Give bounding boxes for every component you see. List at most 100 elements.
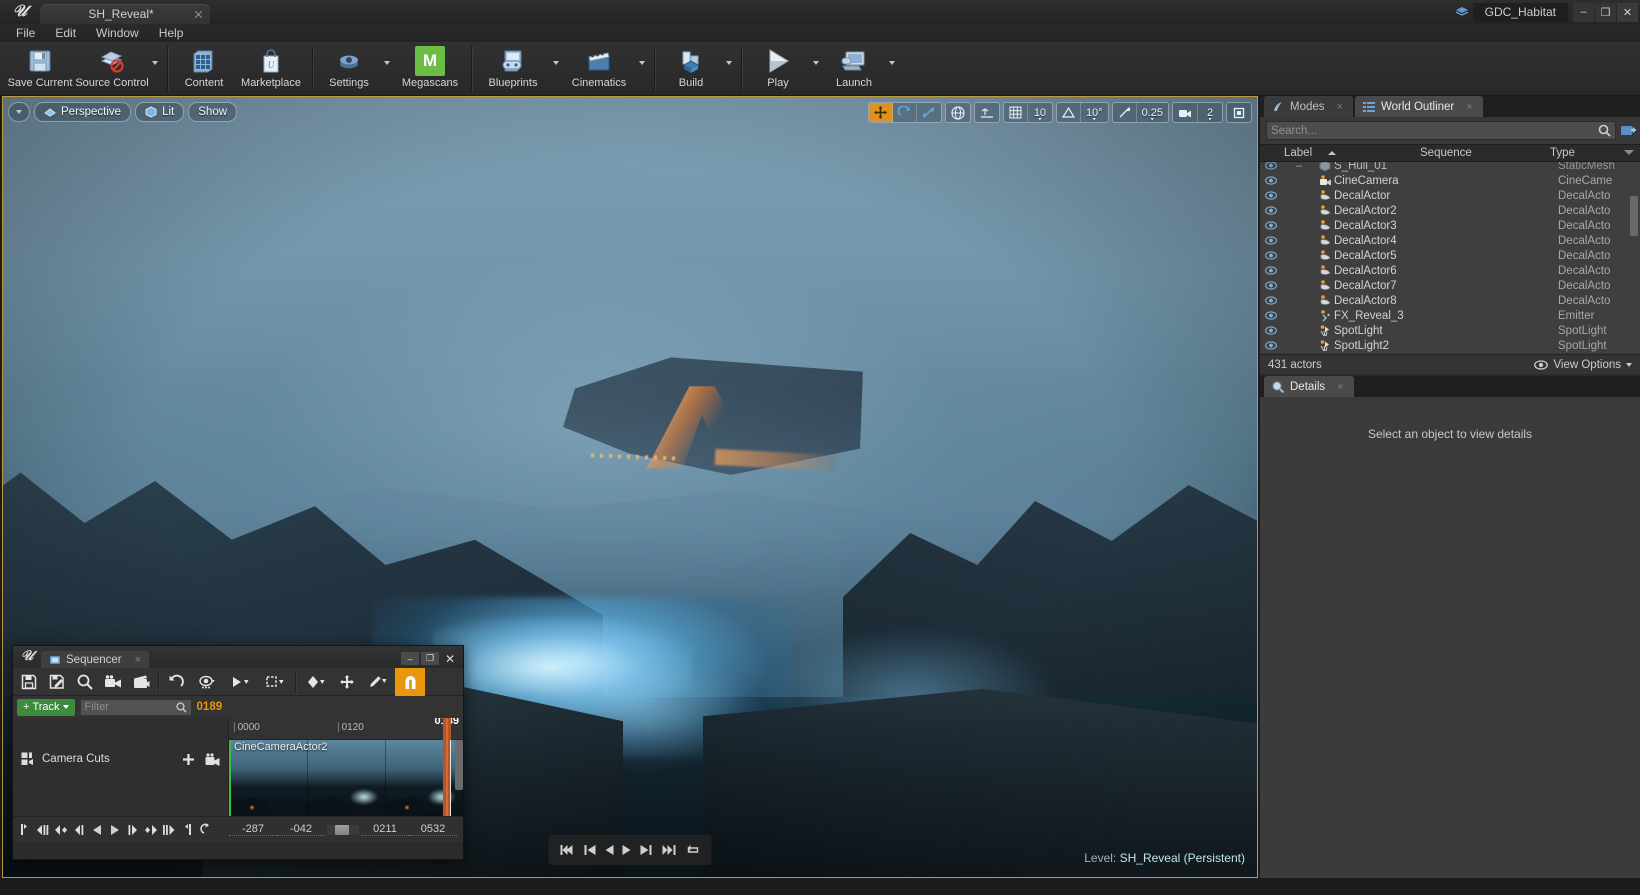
visibility-eye-icon[interactable] — [1260, 296, 1282, 305]
sequencer-vertical-scrollbar[interactable] — [455, 740, 463, 790]
window-close-button[interactable]: ✕ — [1617, 3, 1638, 22]
range-end-field[interactable]: 0532 — [409, 823, 457, 836]
level-tab[interactable]: SH_Reveal* — [40, 4, 210, 24]
outliner-row[interactable]: SpotLight2SpotLight — [1260, 338, 1640, 353]
close-icon[interactable]: × — [135, 654, 141, 666]
jump-to-start-button[interactable] — [17, 819, 33, 841]
visibility-eye-icon[interactable] — [1260, 251, 1282, 260]
transport-step-forward-button[interactable] — [640, 844, 653, 856]
menu-item-edit[interactable]: Edit — [45, 24, 86, 42]
sequencer-window[interactable]: 𝒰 Sequencer × – ❐ ✕ — [12, 645, 464, 860]
sequencer-timeline[interactable]: 0000 0120 0189 CineCameraActor2 — [229, 718, 463, 816]
outliner-row[interactable]: DecalActor6DecalActo — [1260, 263, 1640, 278]
angle-snap-value[interactable]: 10° ▾ — [1081, 103, 1108, 122]
toolbar-cinematics[interactable]: Cinematics — [563, 42, 635, 95]
play-chevron-down-icon[interactable] — [809, 42, 823, 95]
transport-reverse-play-button[interactable] — [606, 845, 614, 855]
view-options-button[interactable]: View Options — [1534, 359, 1632, 371]
sequencer-tab[interactable]: Sequencer × — [41, 651, 149, 668]
outliner-row[interactable]: DecalActor4DecalActo — [1260, 233, 1640, 248]
sequencer-edit-tool-button[interactable] — [361, 669, 395, 695]
menu-item-help[interactable]: Help — [149, 24, 194, 42]
menu-item-window[interactable]: Window — [86, 24, 149, 42]
outliner-row[interactable]: DecalActor2DecalActo — [1260, 203, 1640, 218]
grid-snap-value[interactable]: 10 ▾ — [1028, 103, 1052, 122]
grid-snap-toggle[interactable] — [1004, 103, 1028, 122]
outliner-row[interactable]: DecalActor7DecalActo — [1260, 278, 1640, 293]
visibility-eye-icon[interactable] — [1260, 266, 1282, 275]
outliner-row[interactable]: SpotLightSpotLight — [1260, 323, 1640, 338]
sequencer-create-camera-button[interactable] — [99, 669, 127, 695]
sequencer-render-movie-button[interactable] — [127, 669, 155, 695]
launch-chevron-down-icon[interactable] — [885, 42, 899, 95]
play-forward-button[interactable] — [107, 819, 123, 841]
sequencer-snap-toggle[interactable] — [395, 668, 425, 696]
toolbar-megascans[interactable]: M Megascans — [394, 42, 466, 95]
visibility-eye-icon[interactable] — [1260, 206, 1282, 215]
cinematics-chevron-down-icon[interactable] — [635, 42, 649, 95]
sequencer-undo-button[interactable] — [162, 669, 190, 695]
sequencer-playhead-line[interactable] — [450, 740, 451, 816]
sequencer-close-button[interactable]: ✕ — [441, 652, 459, 665]
visibility-eye-icon[interactable] — [1260, 176, 1282, 185]
translate-gizmo-button[interactable] — [869, 103, 893, 122]
visibility-eye-icon[interactable] — [1260, 191, 1282, 200]
blueprints-chevron-down-icon[interactable] — [549, 42, 563, 95]
settings-chevron-down-icon[interactable] — [380, 42, 394, 95]
toolbar-settings[interactable]: Settings — [318, 42, 380, 95]
angle-snap-toggle[interactable] — [1057, 103, 1081, 122]
loop-mode-button[interactable] — [197, 819, 213, 841]
add-key-icon[interactable] — [182, 753, 195, 766]
range-start-field[interactable]: -287 — [229, 823, 277, 836]
rotate-gizmo-button[interactable] — [893, 103, 917, 122]
transport-step-to-front-button[interactable] — [559, 844, 575, 856]
outliner-row[interactable]: DecalActor3DecalActo — [1260, 218, 1640, 233]
tab-details[interactable]: Details × — [1264, 376, 1354, 397]
transport-loop-button[interactable] — [687, 844, 702, 856]
sequencer-minimize-button[interactable]: – — [401, 652, 419, 665]
sequencer-transform-keys-button[interactable] — [333, 669, 361, 695]
close-icon[interactable]: × — [1466, 101, 1472, 113]
step-back-button[interactable] — [71, 819, 87, 841]
next-key-button[interactable] — [161, 819, 177, 841]
visibility-eye-icon[interactable] — [1260, 341, 1282, 350]
sequencer-key-interp-button[interactable] — [299, 669, 333, 695]
column-header-sequence[interactable]: Sequence — [1420, 147, 1550, 159]
track-row-camera-cuts[interactable]: Camera Cuts — [13, 742, 228, 776]
visibility-eye-icon[interactable] — [1260, 281, 1282, 290]
camera-speed-value[interactable]: 2 ▾ — [1198, 103, 1222, 122]
outliner-row[interactable]: DecalActor5DecalActo — [1260, 248, 1640, 263]
build-chevron-down-icon[interactable] — [722, 42, 736, 95]
column-options-icon[interactable] — [1624, 150, 1634, 155]
sequencer-playback-options-button[interactable] — [224, 669, 258, 695]
tab-world-outliner[interactable]: World Outliner × — [1355, 96, 1483, 117]
outliner-row[interactable]: FX_Reveal_3Emitter — [1260, 308, 1640, 323]
outliner-row[interactable]: DecalActorDecalActo — [1260, 188, 1640, 203]
source-control-chevron-down-icon[interactable] — [148, 42, 162, 95]
outliner-row[interactable]: –S_Hull_01StaticMesh — [1260, 162, 1640, 173]
scale-gizmo-button[interactable] — [917, 103, 941, 122]
visibility-eye-icon[interactable] — [1260, 162, 1282, 170]
toolbar-save-current[interactable]: Save Current — [4, 42, 76, 95]
toolbar-blueprints[interactable]: Blueprints — [477, 42, 549, 95]
column-header-type[interactable]: Type — [1550, 147, 1640, 159]
tab-modes[interactable]: Modes × — [1264, 96, 1353, 117]
viewport-options-button[interactable] — [8, 102, 30, 122]
range-out-field[interactable]: 0211 — [361, 823, 409, 836]
close-icon[interactable]: × — [1337, 381, 1343, 393]
window-minimize-button[interactable]: – — [1573, 3, 1594, 22]
sequencer-visibility-button[interactable] — [190, 669, 224, 695]
scale-snap-value[interactable]: 0.25 ▾ — [1137, 103, 1168, 122]
camera-cut-clip[interactable]: CineCameraActor2 — [229, 740, 463, 816]
maximize-viewport-button[interactable] — [1227, 103, 1251, 122]
toolbar-launch[interactable]: Launch — [823, 42, 885, 95]
transport-step-back-button[interactable] — [584, 844, 597, 856]
toolbar-build[interactable]: Build — [660, 42, 722, 95]
sequencer-time-ruler[interactable]: 0000 0120 0189 — [229, 718, 463, 740]
sequencer-maximize-button[interactable]: ❐ — [421, 652, 439, 665]
sequencer-range-slider[interactable] — [327, 825, 359, 835]
sequencer-find-button[interactable] — [71, 669, 99, 695]
toolbar-content[interactable]: Content — [173, 42, 235, 95]
menu-item-file[interactable]: File — [6, 24, 45, 42]
toolbar-source-control[interactable]: Source Control — [76, 42, 148, 95]
